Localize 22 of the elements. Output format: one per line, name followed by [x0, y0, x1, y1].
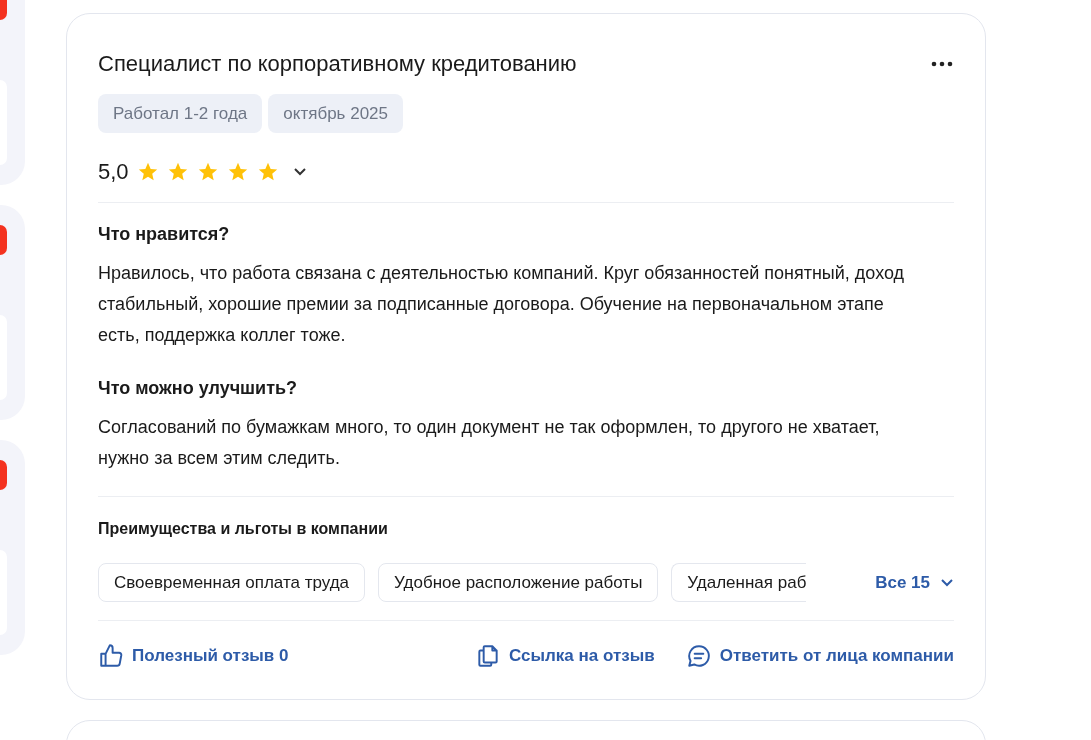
action-link[interactable]: Ответить от лица компании [685, 643, 954, 669]
section-heading: Что можно улучшить? [98, 377, 299, 400]
benefit-chip: Удаленная раб [671, 563, 807, 602]
section-text: Нравилось, что работа связана с деятельностью компаний. Круг обязанностей понятный, доход стабильный, хорошие премии за подписанные договора. Обучение на первоначальном этапе есть, поддержка коллег тоже. [98, 262, 906, 347]
action-link[interactable]: Полезный отзыв 0 [98, 643, 289, 669]
more-icon [931, 60, 953, 67]
show-all-button[interactable]: Все 15 [875, 569, 954, 596]
chevron-down-icon [292, 166, 307, 177]
benefits-heading: Преимущества и льготы в компании [98, 519, 389, 539]
section-text: Согласований по бумажкам много, то один документ не так оформлен, то другого не хватает, нужно за всем этим следить. [98, 416, 881, 470]
info-tag: октябрь 2025 [268, 94, 403, 133]
rating-value: 5,0 [98, 158, 129, 186]
thumbs-up-icon [98, 643, 124, 669]
expand-rating-button[interactable] [292, 166, 307, 177]
section-heading: Что нравится? [98, 223, 231, 246]
chevron-down-icon [940, 577, 954, 588]
benefit-chip: Удобное расположение работы [378, 563, 659, 602]
chat-bubble-icon [685, 643, 712, 669]
info-tag: Работал 1-2 года [98, 94, 263, 133]
review-title: Специалист по корпоративному кредитованию [98, 50, 577, 78]
benefit-chip: Своевременная оплата труда [98, 563, 366, 602]
action-link[interactable]: Ссылка на отзыв [475, 643, 655, 669]
